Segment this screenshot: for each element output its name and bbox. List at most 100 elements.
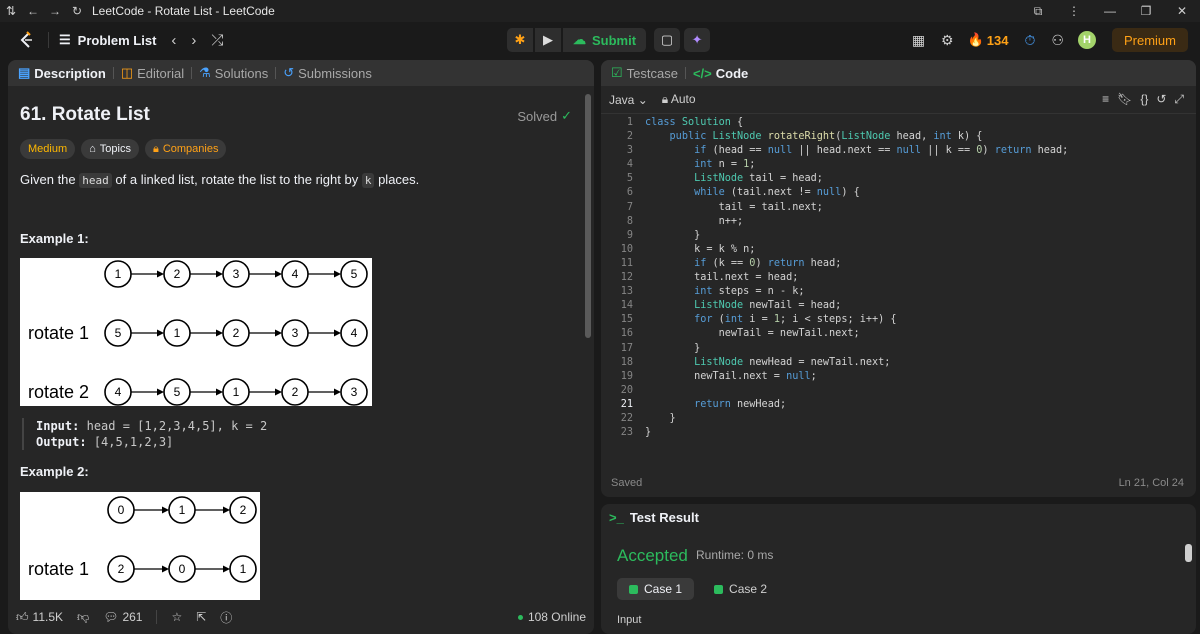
comments-button[interactable]: 💬︎ 261 <box>103 610 142 624</box>
passed-icon <box>629 584 638 594</box>
braces-icon[interactable]: {} <box>1140 92 1148 107</box>
language-select[interactable]: Java ⌄ <box>609 93 648 107</box>
code-line[interactable]: 16 newTail = newTail.next; <box>601 327 1196 341</box>
bookmark-icon[interactable]: 🔖︎ <box>1117 92 1132 107</box>
description-panel: ▤ Description ◫ Editorial ⚗ Solutions ↺ … <box>8 60 594 634</box>
more-icon[interactable]: ⋮ <box>1056 0 1092 22</box>
like-count: 11.5K <box>32 610 64 624</box>
scrollbar-thumb[interactable] <box>585 94 591 338</box>
code-line[interactable]: 20 <box>601 384 1196 398</box>
code-line[interactable]: 9 } <box>601 229 1196 243</box>
notes-button[interactable]: ▢ <box>654 28 681 52</box>
example-2-diagram: 0 1 2 rotate 1 2 0 1 <box>20 492 260 600</box>
code-line[interactable]: 14 ListNode newTail = head; <box>601 299 1196 313</box>
code-line[interactable]: 2 public ListNode rotateRight(ListNode h… <box>601 130 1196 144</box>
share-button[interactable]: ⇱ <box>196 610 206 624</box>
code-line[interactable]: 10 k = k % n; <box>601 243 1196 257</box>
code-line[interactable]: 11 if (k == 0) return head; <box>601 257 1196 271</box>
streak-counter[interactable]: 🔥 134 <box>968 32 1009 48</box>
problem-title[interactable]: 61. Rotate List <box>20 104 150 126</box>
forward-icon[interactable]: → <box>44 0 66 22</box>
prev-problem-icon[interactable]: ‹ <box>171 32 176 49</box>
submit-label: Submit <box>592 32 637 48</box>
line-content: if (k == 0) return head; <box>694 257 842 269</box>
test-result-tab[interactable]: >_ Test Result <box>601 504 1196 530</box>
reload-icon[interactable]: ↻ <box>66 0 88 22</box>
shuffle-icon[interactable]: ⤮ <box>211 32 223 49</box>
tab-code[interactable]: </> Code <box>693 66 748 81</box>
code-line[interactable]: 8 n++; <box>601 215 1196 229</box>
line-number: 22 <box>620 412 633 424</box>
timer-icon[interactable]: ⏱ <box>1025 32 1036 49</box>
next-problem-icon[interactable]: › <box>191 32 196 49</box>
companies-tag[interactable]: 🔒︎ Companies <box>144 139 227 159</box>
code-line[interactable]: 23} <box>601 426 1196 440</box>
tab-solutions[interactable]: ⚗ Solutions <box>199 65 268 81</box>
help-button[interactable]: ⓘ <box>220 609 232 626</box>
dislike-button[interactable]: 👎︎ <box>77 610 89 625</box>
close-icon[interactable]: ✕ <box>1164 0 1200 22</box>
tab-description[interactable]: ▤ Description <box>18 65 106 81</box>
chevron-down-icon: ⌄ <box>637 92 648 107</box>
tab-divider <box>684 67 686 79</box>
online-indicator: 108 Online <box>517 610 586 624</box>
code-line[interactable]: 1 class Solution { <box>601 116 1196 130</box>
book-icon: ◫ <box>120 65 134 80</box>
submit-button[interactable]: ☁ Submit <box>563 28 647 52</box>
code-line[interactable]: 6 while (tail.next != null) { <box>601 186 1196 200</box>
online-dot-icon <box>517 614 523 620</box>
lock-icon: 🔒︎ <box>152 142 159 155</box>
leetcode-logo[interactable] <box>16 30 36 50</box>
back-icon[interactable]: ← <box>22 0 44 22</box>
example-1-input: head = [1,2,3,4,5], k = 2 <box>86 419 268 433</box>
code-line[interactable]: 19 newTail.next = null; <box>601 370 1196 384</box>
premium-button[interactable]: Premium <box>1111 28 1188 52</box>
scrollbar-thumb[interactable] <box>1185 544 1192 562</box>
case-2-tab[interactable]: Case 2 <box>702 578 779 600</box>
ai-button[interactable]: ✦ <box>684 28 711 52</box>
fullscreen-icon[interactable]: ⤢ <box>1174 92 1184 107</box>
like-button[interactable]: 👍︎ 11.5K <box>16 610 63 625</box>
code-editor[interactable]: 1 class Solution {2 public ListNode rotat… <box>601 116 1196 452</box>
tab-testcase[interactable]: ☑ Testcase <box>611 65 678 81</box>
line-number: 10 <box>620 243 633 255</box>
result-scrollbar[interactable] <box>1185 534 1192 630</box>
add-friend-icon[interactable]: ⚇ <box>1051 32 1064 49</box>
code-line[interactable]: 13 int steps = n - k; <box>601 285 1196 299</box>
tab-divider <box>275 67 277 79</box>
code-line[interactable]: 17 } <box>601 342 1196 356</box>
arrow-head <box>157 270 164 278</box>
tab-submissions[interactable]: ↺ Submissions <box>283 65 372 81</box>
settings-icon[interactable]: ⚙ <box>941 32 954 49</box>
code-line[interactable]: 18 ListNode newHead = newTail.next; <box>601 356 1196 370</box>
thumbs-up-icon: 👍︎ <box>16 609 29 624</box>
problem-tags: Medium ⌂ Topics 🔒︎ Companies <box>20 139 227 159</box>
share-icon[interactable]: ⧉ <box>1020 0 1056 22</box>
difficulty-badge[interactable]: Medium <box>20 139 76 159</box>
avatar[interactable]: H <box>1077 31 1096 49</box>
case-1-tab[interactable]: Case 1 <box>617 578 695 600</box>
description-scrollbar[interactable] <box>584 86 592 600</box>
restore-icon[interactable]: ❐ <box>1128 0 1164 22</box>
debug-button[interactable]: ✱ <box>507 28 533 52</box>
code-line[interactable]: 12 tail.next = head; <box>601 271 1196 285</box>
topics-tag[interactable]: ⌂ Topics <box>81 139 139 159</box>
format-icon[interactable]: ≡ <box>1102 92 1109 107</box>
code-line[interactable]: 4 int n = 1; <box>601 158 1196 172</box>
extensions-icon[interactable]: ⇅ <box>0 0 22 22</box>
run-button[interactable]: ▶ <box>535 28 561 52</box>
reset-icon[interactable]: ↺ <box>1156 92 1166 107</box>
code-line[interactable]: 21 return newHead; <box>601 398 1196 412</box>
code-line[interactable]: 3 if (head == null || head.next == null … <box>601 144 1196 158</box>
layout-icon[interactable]: ▦ <box>912 32 925 49</box>
line-content: } <box>645 412 676 424</box>
minimize-icon[interactable]: — <box>1092 0 1128 22</box>
tab-editorial[interactable]: ◫ Editorial <box>121 65 184 81</box>
code-line[interactable]: 22 } <box>601 412 1196 426</box>
mode-select[interactable]: 🔒︎ Auto <box>662 92 696 107</box>
code-line[interactable]: 7 tail = tail.next; <box>601 201 1196 215</box>
favorite-button[interactable]: ☆ <box>171 610 182 624</box>
code-line[interactable]: 15 for (int i = 1; i < steps; i++) { <box>601 313 1196 327</box>
code-line[interactable]: 5 ListNode tail = head; <box>601 172 1196 186</box>
problem-list-button[interactable]: ☰ Problem List <box>59 32 156 48</box>
